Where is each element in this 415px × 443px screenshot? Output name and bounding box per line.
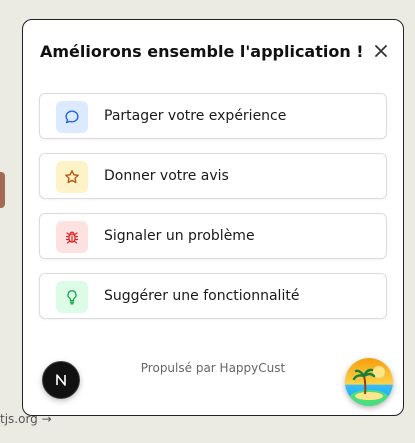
- nextjs-badge-button[interactable]: [42, 361, 80, 399]
- option-label: Donner votre avis: [104, 168, 229, 184]
- option-label: Suggérer une fonctionnalité: [104, 288, 300, 304]
- bug-icon: [56, 221, 88, 253]
- close-icon: [375, 45, 387, 57]
- feedback-panel: Améliorons ensemble l'application ! Part…: [22, 19, 404, 416]
- close-button[interactable]: [373, 43, 389, 59]
- option-label: Partager votre expérience: [104, 108, 287, 124]
- chat-bubble-icon: [56, 101, 88, 133]
- feedback-launcher-button[interactable]: [345, 358, 393, 406]
- option-report-problem[interactable]: Signaler un problème: [39, 213, 387, 259]
- lightbulb-icon: [56, 281, 88, 313]
- option-label: Signaler un problème: [104, 228, 255, 244]
- page: tjs.org → Améliorons ensemble l'applicat…: [0, 0, 415, 443]
- option-share-experience[interactable]: Partager votre expérience: [39, 93, 387, 139]
- nextjs-logo-icon: [56, 374, 66, 386]
- star-icon: [56, 161, 88, 193]
- option-give-feedback[interactable]: Donner votre avis: [39, 153, 387, 199]
- panel-title: Améliorons ensemble l'application !: [40, 42, 364, 61]
- option-suggest-feature[interactable]: Suggérer une fonctionnalité: [39, 273, 387, 319]
- background-side-tab[interactable]: [0, 172, 5, 208]
- beach-avatar-icon: [345, 358, 393, 406]
